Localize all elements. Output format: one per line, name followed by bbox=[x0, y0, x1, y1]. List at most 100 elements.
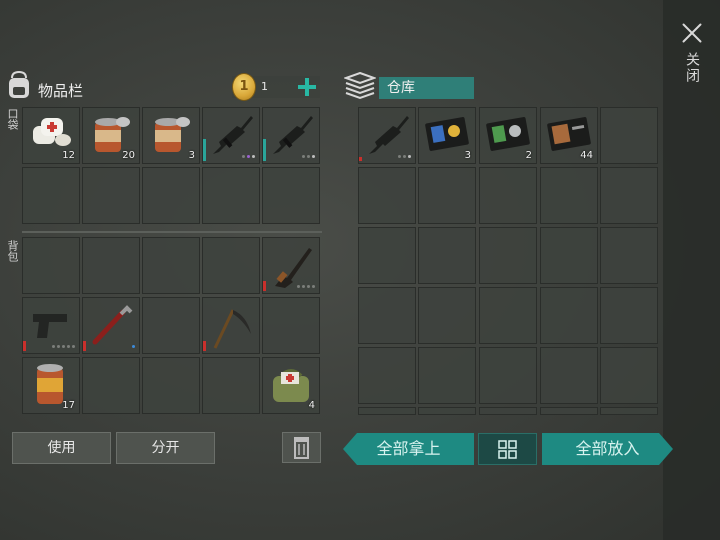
mod-dots bbox=[302, 155, 315, 158]
backpack-slot-empty[interactable] bbox=[142, 357, 200, 414]
storage-slot-empty[interactable] bbox=[540, 407, 598, 415]
storage-slot-empty[interactable] bbox=[600, 287, 658, 344]
storage-slot-empty[interactable] bbox=[418, 347, 476, 404]
pocket-slot-empty[interactable] bbox=[82, 167, 140, 224]
durability-bar bbox=[203, 341, 206, 351]
storage-slot-empty[interactable] bbox=[540, 167, 598, 224]
item-quantity: 3 bbox=[464, 150, 471, 161]
storage-slot-empty[interactable] bbox=[540, 287, 598, 344]
durability-bar bbox=[359, 157, 362, 161]
item-quantity: 2 bbox=[525, 150, 532, 161]
assault-rifle-icon bbox=[369, 116, 409, 154]
section-divider bbox=[22, 231, 322, 233]
add-currency-button[interactable] bbox=[296, 76, 318, 98]
storage-slot-empty[interactable] bbox=[479, 227, 537, 284]
backpack-slot-empty[interactable] bbox=[262, 297, 320, 354]
close-icon[interactable] bbox=[679, 20, 705, 46]
storage-slot[interactable]: 2 bbox=[479, 107, 537, 164]
durability-bar bbox=[203, 139, 206, 161]
item-quantity: 4 bbox=[308, 400, 315, 411]
storage-slot-empty[interactable] bbox=[600, 167, 658, 224]
take-all-button[interactable]: 全部拿上 bbox=[343, 433, 474, 465]
durability-bar bbox=[23, 341, 26, 351]
pocket-slot-empty[interactable] bbox=[202, 167, 260, 224]
grid-icon bbox=[498, 440, 517, 459]
item-quantity: 12 bbox=[62, 150, 75, 161]
pocket-slot-empty[interactable] bbox=[22, 167, 80, 224]
mod-dots bbox=[398, 155, 411, 158]
backpack-slot-empty[interactable] bbox=[82, 357, 140, 414]
pocket-slot-empty[interactable] bbox=[262, 167, 320, 224]
assault-rifle-icon bbox=[273, 116, 313, 154]
rifle-icon bbox=[275, 248, 312, 288]
pocket-slot[interactable]: 20 bbox=[82, 107, 140, 164]
pocket-label: 口袋 bbox=[6, 108, 19, 130]
storage-slot-empty[interactable] bbox=[418, 287, 476, 344]
backpack-slot-empty[interactable] bbox=[22, 237, 80, 294]
storage-slot-empty[interactable] bbox=[479, 167, 537, 224]
mod-dots bbox=[242, 155, 255, 158]
backpack-slot-empty[interactable] bbox=[142, 237, 200, 294]
storage-slot-empty[interactable] bbox=[600, 347, 658, 404]
bandage-icon bbox=[33, 118, 71, 146]
storage-slot-empty[interactable] bbox=[600, 227, 658, 284]
discard-button[interactable] bbox=[282, 432, 321, 463]
pocket-slot[interactable] bbox=[202, 107, 260, 164]
backpack-label: 背包 bbox=[6, 240, 19, 262]
storage-boxes-icon bbox=[344, 72, 376, 100]
pistol-icon bbox=[33, 314, 67, 338]
backpack-slot-empty[interactable] bbox=[202, 237, 260, 294]
backpack-slot[interactable]: 17 bbox=[22, 357, 80, 414]
scythe-icon bbox=[213, 309, 251, 349]
storage-slot-empty[interactable] bbox=[358, 407, 416, 415]
split-button[interactable]: 分开 bbox=[116, 432, 215, 464]
pocket-slot[interactable] bbox=[262, 107, 320, 164]
backpack-slot[interactable]: 4 bbox=[262, 357, 320, 414]
backpack-slot[interactable] bbox=[262, 237, 320, 294]
storage-slot-empty[interactable] bbox=[358, 347, 416, 404]
storage-slot-empty[interactable] bbox=[479, 407, 537, 415]
coin-count: 1 bbox=[261, 80, 268, 93]
inventory-title: 物品栏 bbox=[38, 82, 84, 100]
storage-title: 仓库 bbox=[379, 77, 474, 99]
storage-slot-empty[interactable] bbox=[600, 407, 658, 415]
trash-icon bbox=[294, 437, 309, 459]
storage-slot-empty[interactable] bbox=[418, 227, 476, 284]
coin-icon: 1 bbox=[232, 73, 256, 101]
storage-slot-empty[interactable] bbox=[418, 167, 476, 224]
storage-slot-empty[interactable] bbox=[358, 167, 416, 224]
mod-dots bbox=[132, 345, 135, 348]
pocket-slot[interactable]: 3 bbox=[142, 107, 200, 164]
backpack-slot-empty[interactable] bbox=[142, 297, 200, 354]
item-quantity: 44 bbox=[580, 150, 593, 161]
durability-bar bbox=[263, 139, 266, 161]
durability-bar bbox=[83, 341, 86, 351]
crowbar-icon bbox=[92, 305, 133, 345]
backpack-slot[interactable] bbox=[22, 297, 80, 354]
mod-dots bbox=[297, 285, 315, 288]
storage-slot-empty[interactable] bbox=[358, 227, 416, 284]
close-label[interactable]: 关闭 bbox=[682, 52, 702, 84]
backpack-slot[interactable] bbox=[202, 297, 260, 354]
storage-slot-empty[interactable] bbox=[479, 347, 537, 404]
item-quantity: 20 bbox=[122, 150, 135, 161]
use-button[interactable]: 使用 bbox=[12, 432, 111, 464]
storage-slot-empty[interactable] bbox=[418, 407, 476, 415]
storage-slot-empty[interactable] bbox=[540, 347, 598, 404]
item-quantity: 17 bbox=[62, 400, 75, 411]
pocket-slot[interactable]: 12 bbox=[22, 107, 80, 164]
storage-slot-empty[interactable] bbox=[540, 227, 598, 284]
backpack-slot[interactable] bbox=[82, 297, 140, 354]
storage-slot[interactable]: 3 bbox=[418, 107, 476, 164]
put-all-button[interactable]: 全部放入 bbox=[542, 433, 673, 465]
pocket-slot-empty[interactable] bbox=[142, 167, 200, 224]
storage-slot-empty[interactable] bbox=[479, 287, 537, 344]
storage-slot-empty[interactable] bbox=[358, 287, 416, 344]
sort-grid-button[interactable] bbox=[478, 433, 537, 465]
durability-bar bbox=[263, 281, 266, 291]
storage-slot[interactable] bbox=[358, 107, 416, 164]
backpack-slot-empty[interactable] bbox=[202, 357, 260, 414]
storage-slot[interactable]: 44 bbox=[540, 107, 598, 164]
backpack-slot-empty[interactable] bbox=[82, 237, 140, 294]
storage-slot-empty[interactable] bbox=[600, 107, 658, 164]
